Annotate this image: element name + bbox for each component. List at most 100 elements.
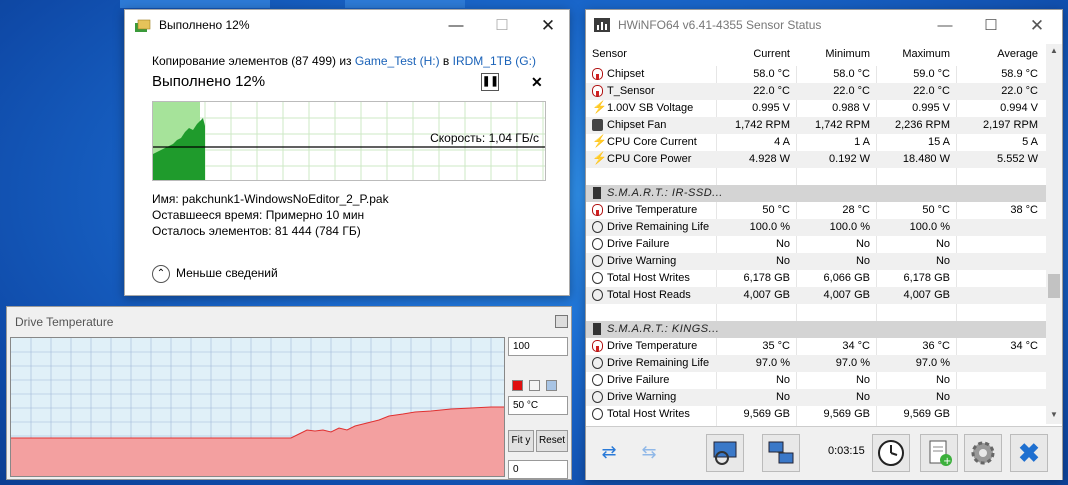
close-x-icon[interactable]: ✖: [1010, 434, 1048, 472]
sensor-group-row[interactable]: S.M.A.R.T.: IR-SSD...: [586, 185, 1046, 202]
current-value: 4 A: [774, 136, 790, 148]
current-value: 50 °C: [762, 204, 790, 216]
temperature-area: [11, 407, 504, 476]
sensor-row[interactable]: Drive Temperature 50 °C 28 °C 50 °C 38 °C: [586, 202, 1046, 219]
current-value: 22.0 °C: [753, 85, 790, 97]
less-details-button[interactable]: ⌃ Меньше сведений: [152, 265, 278, 283]
maximum-value: 22.0 °C: [913, 85, 950, 97]
sensor-name: Drive Warning: [607, 391, 677, 403]
transfer-speed-graph: Скорость: 1,04 ГБ/с: [152, 101, 546, 181]
sensor-row[interactable]: ⚡ 1.00V SB Voltage 0.995 V 0.988 V 0.995 V 0.…: [586, 100, 1046, 117]
minimum-value: 6,066 GB: [823, 272, 870, 284]
col-sensor[interactable]: Sensor: [592, 48, 627, 60]
col-minimum[interactable]: Minimum: [825, 48, 870, 60]
monitor-search-icon[interactable]: [706, 434, 744, 472]
dialog-title: Выполнено 12%: [159, 18, 250, 32]
cancel-copy-button[interactable]: ✕: [531, 74, 543, 91]
maximum-value: 59.0 °C: [913, 68, 950, 80]
minimum-value: 1 A: [854, 136, 870, 148]
sensor-row[interactable]: Total Host Reads 4,007 GB 4,007 GB 4,007 GB: [586, 287, 1046, 304]
sensor-row[interactable]: Drive Temperature 35 °C 34 °C 36 °C 34 °C: [586, 338, 1046, 355]
sensor-name: Total Host Writes: [607, 408, 690, 420]
network-icon[interactable]: [762, 434, 800, 472]
background-color-swatch[interactable]: [529, 380, 540, 391]
destination-link[interactable]: IRDM_1TB (G:): [453, 54, 536, 68]
minimize-button[interactable]: —: [433, 10, 479, 42]
fan-icon: [592, 119, 603, 131]
scroll-up-icon[interactable]: ▲: [1048, 46, 1060, 55]
reset-button[interactable]: Reset: [536, 430, 568, 452]
status-circle-icon: [592, 374, 603, 386]
sensor-row[interactable]: Drive Remaining Life 97.0 % 97.0 % 97.0 %: [586, 355, 1046, 372]
source-link[interactable]: Game_Test (H:): [355, 54, 440, 68]
sensor-row[interactable]: T_Sensor 22.0 °C 22.0 °C 22.0 °C 22.0 °C: [586, 83, 1046, 100]
voltage-icon: ⚡: [592, 134, 607, 148]
sensor-name: Chipset Fan: [607, 119, 667, 131]
hwinfo-close-button[interactable]: ✕: [1014, 10, 1060, 42]
vertical-scrollbar[interactable]: ▲ ▼: [1046, 44, 1062, 424]
col-maximum[interactable]: Maximum: [902, 48, 950, 60]
current-value: 0.995 V: [752, 102, 790, 114]
current-value: No: [775, 374, 790, 386]
status-circle-icon: [592, 238, 603, 250]
current-value: No: [775, 255, 790, 267]
line-color-swatch[interactable]: [512, 380, 523, 391]
graph-current-value: 50 °C: [508, 396, 568, 415]
status-circle-icon: [592, 357, 603, 369]
sensor-row[interactable]: Drive Warning No No No: [586, 389, 1046, 406]
maximum-value: 100.0 %: [909, 221, 950, 233]
clock-icon[interactable]: [872, 434, 910, 472]
sensor-row[interactable]: ⚡ CPU Core Power 4.928 W 0.192 W 18.480 W 5.5…: [586, 151, 1046, 168]
minimum-value: 22.0 °C: [833, 85, 870, 97]
sensor-row[interactable]: Drive Warning No No No: [586, 253, 1046, 270]
hwinfo-minimize-button[interactable]: —: [922, 10, 968, 42]
maximum-value: No: [935, 255, 950, 267]
sensor-row[interactable]: [586, 168, 1046, 185]
sensor-row[interactable]: ⚡ CPU Core Current 4 A 1 A 15 A 5 A: [586, 134, 1046, 151]
sensor-row[interactable]: Drive Failure No No No: [586, 236, 1046, 253]
sensor-row[interactable]: Drive Remaining Life 100.0 % 100.0 % 100.0 …: [586, 219, 1046, 236]
scrollbar-thumb[interactable]: [1048, 274, 1060, 298]
maximum-value: 9,569 GB: [903, 408, 950, 420]
status-circle-icon: [592, 255, 603, 267]
report-add-icon[interactable]: +: [920, 434, 958, 472]
file-name-line: Имя: pakchunk1-WindowsNoEditor_2_P.pak: [152, 192, 389, 206]
nav-collapse-icon[interactable]: ⇆: [630, 434, 668, 472]
sensor-row[interactable]: Chipset 58.0 °C 58.0 °C 59.0 °C 58.9 °C: [586, 66, 1046, 83]
status-circle-icon: [592, 408, 603, 420]
dialog-titlebar[interactable]: Выполнено 12% — ☐ ✕: [125, 10, 569, 42]
sensor-row[interactable]: Chipset Fan 1,742 RPM 1,742 RPM 2,236 RPM 2,…: [586, 117, 1046, 134]
average-value: 34 °C: [1010, 340, 1038, 352]
grid-color-swatch[interactable]: [546, 380, 557, 391]
voltage-icon: ⚡: [592, 151, 607, 165]
current-value: 6,178 GB: [743, 272, 790, 284]
maximum-value: 15 A: [927, 136, 950, 148]
maximum-value: 4,007 GB: [903, 289, 950, 301]
settings-icon[interactable]: [964, 434, 1002, 472]
col-average[interactable]: Average: [997, 48, 1038, 60]
pause-button[interactable]: ❚❚: [481, 73, 499, 91]
sensor-name: Drive Temperature: [607, 204, 698, 216]
maximum-value: No: [935, 374, 950, 386]
scroll-down-icon[interactable]: ▼: [1048, 410, 1060, 419]
sensor-row[interactable]: Total Host Writes 9,569 GB 9,569 GB 9,569 G…: [586, 406, 1046, 423]
hwinfo-maximize-button[interactable]: ☐: [968, 10, 1014, 42]
nav-left-right-icon[interactable]: ⇄: [590, 434, 628, 472]
sensor-row[interactable]: Total Host Writes 6,178 GB 6,066 GB 6,178 G…: [586, 270, 1046, 287]
sensor-row[interactable]: [586, 304, 1046, 321]
speed-label: Скорость: 1,04 ГБ/с: [430, 131, 539, 145]
fit-y-button[interactable]: Fit y: [508, 430, 534, 452]
current-value: No: [775, 391, 790, 403]
col-current[interactable]: Current: [753, 48, 790, 60]
close-button[interactable]: ✕: [525, 10, 571, 42]
drive-icon: [593, 323, 601, 335]
sensor-name: 1.00V SB Voltage: [607, 102, 694, 114]
minimum-value: 0.988 V: [832, 102, 870, 114]
average-value: 58.9 °C: [1001, 68, 1038, 80]
sensor-name: Drive Temperature: [607, 340, 698, 352]
sensor-group-row[interactable]: S.M.A.R.T.: KINGS...: [586, 321, 1046, 338]
graph-close-button[interactable]: [555, 315, 568, 328]
sensor-row[interactable]: Drive Failure No No No: [586, 372, 1046, 389]
thermometer-icon: [592, 204, 603, 216]
maximum-value: 2,236 RPM: [894, 119, 950, 131]
